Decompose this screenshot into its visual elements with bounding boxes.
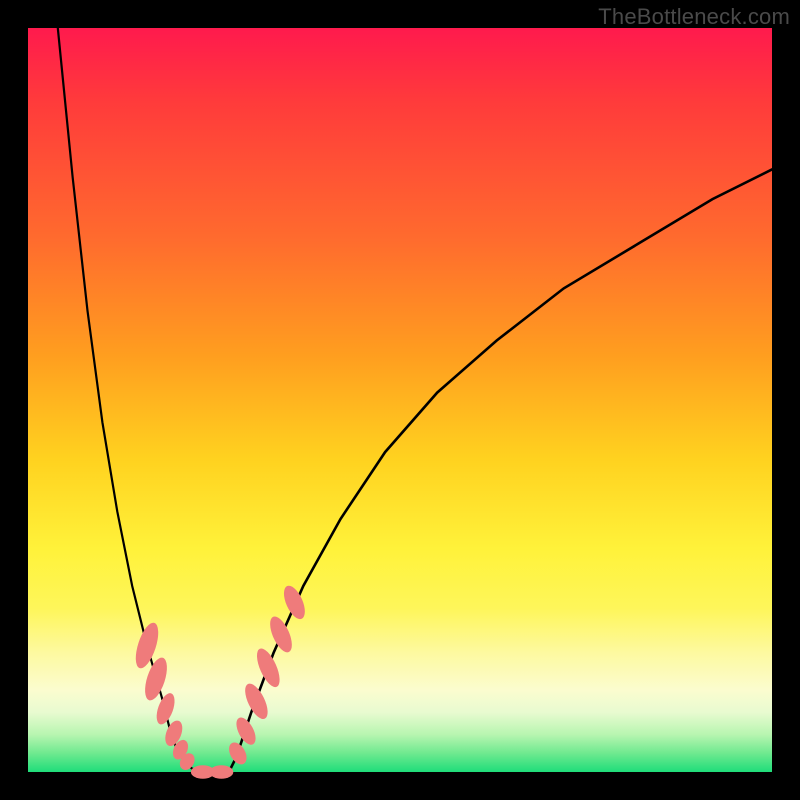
watermark-text: TheBottleneck.com [598,4,790,30]
marker-group [131,583,309,779]
data-marker [280,583,310,622]
curve-layer [28,28,772,772]
curve-left-branch [58,28,199,772]
data-marker [241,680,273,722]
data-marker [266,613,297,655]
plot-area [28,28,772,772]
data-marker [232,714,259,747]
curve-right-branch [229,169,772,772]
data-marker [210,765,234,778]
chart-frame: TheBottleneck.com [0,0,800,800]
data-marker [225,739,250,767]
data-marker [252,645,284,690]
